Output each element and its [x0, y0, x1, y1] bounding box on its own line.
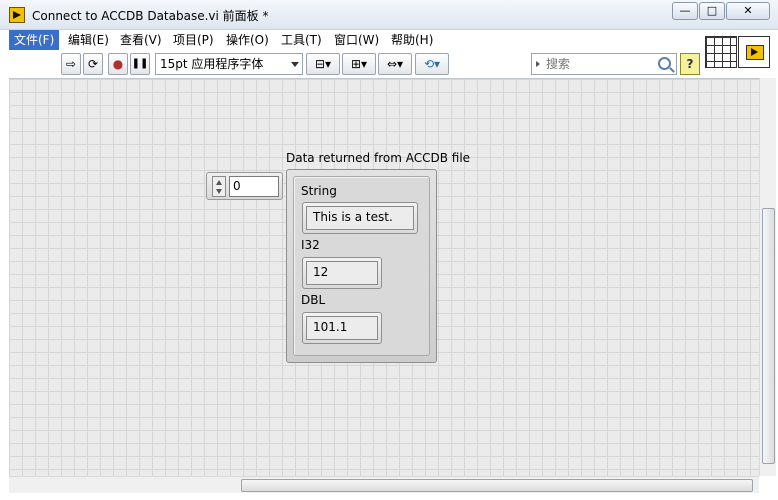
arrow-up-icon[interactable] — [216, 180, 222, 185]
maximize-button[interactable]: □ — [699, 2, 725, 20]
cluster-label: Data returned from ACCDB file — [286, 151, 471, 165]
menu-edit[interactable]: 编辑(E) — [63, 30, 114, 50]
search-input[interactable] — [546, 56, 654, 72]
numeric-value-field[interactable]: 0 — [229, 176, 279, 197]
font-label: 15pt 应用程序字体 — [160, 57, 264, 71]
context-help-button[interactable]: ? — [680, 53, 700, 75]
reorder-icon[interactable]: ⟲▾ — [415, 53, 449, 75]
arrow-down-icon[interactable] — [216, 189, 222, 194]
connector-pane-icon[interactable] — [705, 36, 737, 68]
string-label: String — [301, 184, 337, 198]
menu-window[interactable]: 窗口(W) — [329, 30, 384, 50]
vertical-scroll-thumb[interactable] — [762, 208, 775, 464]
i32-label: I32 — [301, 238, 320, 252]
run-continuously-icon[interactable]: ⟳ — [83, 53, 103, 75]
abort-execution-icon[interactable]: ● — [108, 53, 128, 75]
title-bar: Connect to ACCDB Database.vi 前面板 * — □ ✕ — [0, 0, 778, 30]
dbl-value: 101.1 — [306, 316, 378, 340]
close-button[interactable]: ✕ — [726, 2, 770, 20]
dbl-indicator[interactable]: 101.1 — [302, 312, 382, 344]
cluster-indicator[interactable]: String This is a test. I32 12 DBL 101.1 — [286, 169, 437, 363]
search-scope-icon[interactable] — [536, 61, 540, 67]
search-icon[interactable] — [658, 57, 671, 70]
chevron-down-icon — [291, 62, 299, 67]
resize-objects-icon[interactable]: ⇔▾ — [378, 53, 412, 75]
numeric-control[interactable]: 0 — [206, 172, 283, 200]
menu-project[interactable]: 项目(P) — [168, 30, 219, 50]
pause-icon[interactable]: ❚❚ — [130, 53, 150, 75]
menu-help[interactable]: 帮助(H) — [386, 30, 438, 50]
menu-tools[interactable]: 工具(T) — [276, 30, 327, 50]
window-title: Connect to ACCDB Database.vi 前面板 * — [32, 9, 269, 23]
minimize-button[interactable]: — — [672, 2, 698, 20]
labview-vi-icon — [9, 7, 25, 23]
horizontal-scroll-thumb[interactable] — [241, 479, 753, 492]
horizontal-scrollbar[interactable] — [9, 476, 759, 493]
i32-indicator[interactable]: 12 — [302, 257, 382, 289]
menu-operate[interactable]: 操作(O) — [221, 30, 274, 50]
menu-file[interactable]: 文件(F) — [9, 30, 60, 50]
toolbar: ⇨ ⟳ ● ❚❚ 15pt 应用程序字体 ⊟▾ ⊞▾ ⇔▾ ⟲▾ ? — [9, 52, 703, 77]
i32-value: 12 — [306, 261, 378, 285]
vertical-scrollbar[interactable] — [759, 78, 776, 476]
distribute-objects-icon[interactable]: ⊞▾ — [342, 53, 376, 75]
text-settings-dropdown[interactable]: 15pt 应用程序字体 — [155, 53, 303, 75]
dbl-label: DBL — [301, 293, 326, 307]
string-value: This is a test. — [306, 206, 414, 230]
align-objects-icon[interactable]: ⊟▾ — [306, 53, 340, 75]
increment-decrement-buttons[interactable] — [212, 176, 226, 197]
vi-icon[interactable] — [738, 36, 770, 68]
cluster-frame: String This is a test. I32 12 DBL 101.1 — [293, 176, 430, 356]
menu-bar: 文件(F) 编辑(E) 查看(V) 项目(P) 操作(O) 工具(T) 窗口(W… — [9, 30, 699, 50]
search-box[interactable] — [531, 53, 677, 75]
string-indicator[interactable]: This is a test. — [302, 202, 418, 234]
run-arrow-icon[interactable]: ⇨ — [61, 53, 81, 75]
menu-view[interactable]: 查看(V) — [115, 30, 167, 50]
